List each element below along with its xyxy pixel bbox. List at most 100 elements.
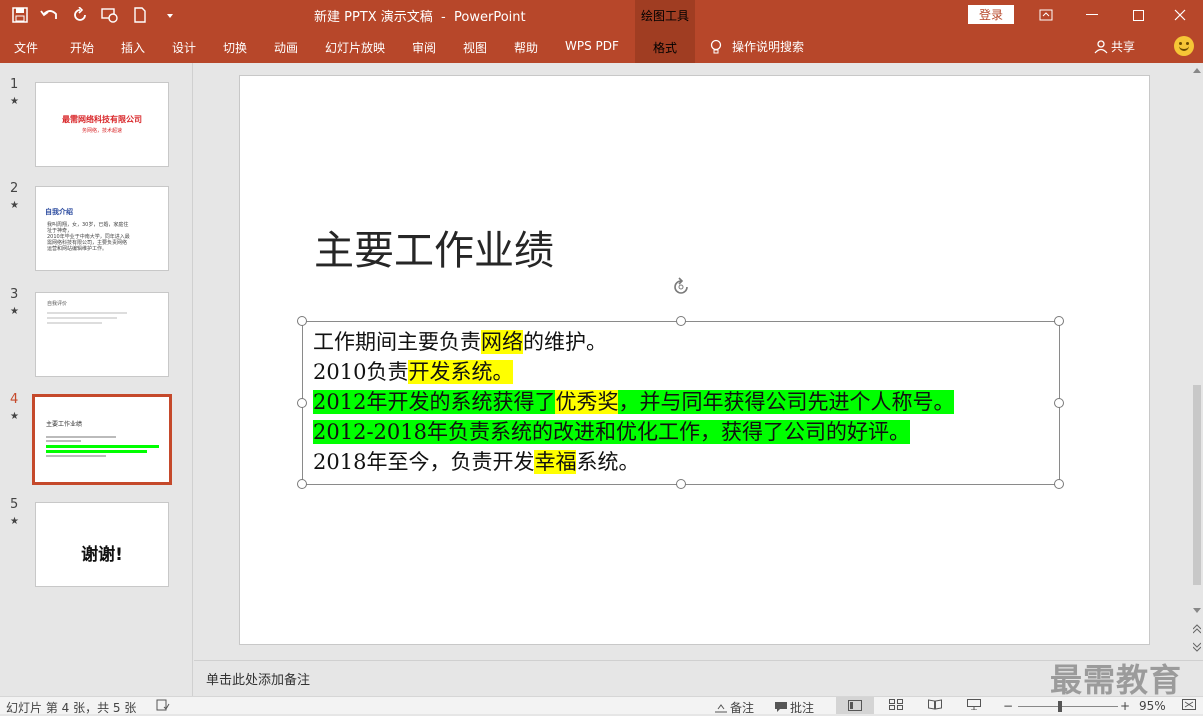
thumb-line — [47, 317, 117, 319]
new-file-icon[interactable] — [128, 5, 152, 25]
undo-icon[interactable] — [38, 5, 62, 25]
text-run: 的维护。 — [523, 330, 607, 354]
share-label: 共享 — [1111, 40, 1136, 54]
notes-toggle-button[interactable]: 备注 — [715, 699, 754, 716]
slide-counter: 幻灯片 第 4 张，共 5 张 — [6, 701, 137, 715]
zoom-in-button[interactable]: + — [1120, 699, 1130, 713]
slide-thumbnail-2[interactable]: 自我介绍 我叫周翔，女，30岁，已婚，家庭住 址于神奇， 2010年毕业于中南大… — [35, 186, 169, 271]
slide-thumbnail-4[interactable]: 主要工作业绩 — [32, 394, 172, 485]
animation-star-icon: ★ — [10, 306, 19, 317]
previous-slide-icon[interactable] — [1193, 624, 1201, 634]
resize-handle-bottom[interactable] — [676, 479, 686, 489]
text-line: 2012年开发的系统获得了优秀奖，并与同年获得公司先进个人称号。 — [313, 388, 955, 416]
save-icon[interactable] — [8, 5, 32, 25]
text-run: 2018年至今，负责开发 — [313, 450, 535, 474]
content-textbox[interactable]: 工作期间主要负责网络的维护。 2010负责开发系统。 2012年开发的系统获得了… — [297, 316, 1064, 489]
slide-canvas[interactable]: 主要工作业绩 工作期间主要负责网络的维护。 2010负责开发系统。 2012年开… — [239, 75, 1150, 645]
thumb-title: 最需网络科技有限公司 — [62, 115, 142, 124]
slide-sorter-button[interactable] — [889, 699, 903, 710]
status-bar: 幻灯片 第 4 张，共 5 张 备注 批注 − + 95% — [0, 696, 1203, 716]
text-line: 2012-2018年负责系统的改进和优化工作，获得了公司的好评。 — [313, 418, 910, 446]
tab-insert[interactable]: 插入 — [121, 39, 145, 56]
next-slide-icon[interactable] — [1193, 642, 1201, 652]
slide-thumbnail-1[interactable]: 最需网络科技有限公司 务网络，技术超速 — [35, 82, 169, 167]
text-run: 网络 — [481, 330, 523, 354]
close-icon[interactable] — [1157, 0, 1203, 30]
slideshow-button[interactable] — [967, 699, 981, 710]
notes-placeholder[interactable]: 单击此处添加备注 — [206, 669, 310, 688]
tell-me-label: 操作说明搜索 — [732, 40, 805, 54]
slide-thumbnail-3[interactable]: 自我评价 — [35, 292, 169, 377]
scroll-down-icon[interactable] — [1193, 608, 1201, 614]
customize-qat-icon[interactable] — [158, 5, 182, 25]
comments-label: 批注 — [790, 701, 815, 715]
tab-view[interactable]: 视图 — [463, 39, 487, 56]
thumb-subtitle: 务网络，技术超速 — [81, 128, 122, 134]
tell-me-search[interactable]: 操作说明搜索 — [710, 38, 804, 55]
resize-handle-right[interactable] — [1054, 398, 1064, 408]
resize-handle-left[interactable] — [297, 398, 307, 408]
tab-design[interactable]: 设计 — [172, 39, 196, 56]
minimize-icon[interactable] — [1069, 0, 1115, 30]
zoom-slider[interactable] — [1018, 706, 1118, 707]
vertical-scrollbar[interactable] — [1190, 63, 1203, 660]
tab-wps-pdf[interactable]: WPS PDF — [565, 39, 619, 53]
comment-icon — [775, 702, 787, 712]
scroll-up-icon[interactable] — [1193, 67, 1201, 73]
maximize-icon[interactable] — [1115, 0, 1161, 30]
zoom-level[interactable]: 95% — [1139, 699, 1166, 713]
normal-view-button[interactable] — [836, 697, 874, 714]
drawing-tools-context-tab: 绘图工具 格式 — [635, 0, 695, 63]
text-run: 2012-2018年负责系统的改进和优化工作，获得了公司的好评。 — [313, 420, 910, 444]
feedback-smiley-icon[interactable] — [1174, 36, 1194, 56]
comments-button[interactable]: 批注 — [775, 699, 814, 716]
slide-thumbnails-pane: 1 ★ 最需网络科技有限公司 务网络，技术超速 2 ★ 自我介绍 我叫周翔，女，… — [0, 63, 193, 696]
spellcheck-icon[interactable] — [156, 699, 170, 711]
text-run: 工作期间主要负责 — [313, 330, 481, 354]
fit-slide-icon[interactable] — [1182, 699, 1196, 710]
thumb-line — [47, 312, 127, 314]
normal-view-icon — [848, 700, 862, 711]
text-run: 2012年开发的系统获得了 — [313, 390, 556, 414]
slide-thumbnail-5[interactable]: 谢谢! — [35, 502, 169, 587]
thumb-title: 主要工作业绩 — [46, 421, 83, 428]
share-button[interactable]: 共享 — [1094, 38, 1135, 55]
ribbon-display-options-icon[interactable] — [1023, 0, 1069, 30]
rotate-handle-icon[interactable] — [670, 276, 692, 298]
tab-review[interactable]: 审阅 — [412, 39, 436, 56]
tab-help[interactable]: 帮助 — [514, 39, 538, 56]
resize-handle-top-left[interactable] — [297, 316, 307, 326]
thumb-line — [46, 455, 106, 457]
tab-file[interactable]: 文件 — [14, 39, 38, 56]
animation-star-icon: ★ — [10, 96, 19, 107]
thumb-title: 谢谢! — [81, 545, 123, 565]
tab-format[interactable]: 格式 — [635, 39, 695, 56]
tab-home[interactable]: 开始 — [70, 39, 94, 56]
reading-view-button[interactable] — [928, 699, 942, 710]
animation-star-icon: ★ — [10, 200, 19, 211]
resize-handle-top[interactable] — [676, 316, 686, 326]
zoom-slider-handle[interactable] — [1058, 701, 1062, 712]
text-run: 幸福 — [534, 450, 577, 474]
notes-toggle-label: 备注 — [730, 701, 755, 715]
text-run: 开发系统。 — [408, 360, 514, 384]
scrollbar-thumb[interactable] — [1193, 385, 1201, 585]
slideshow-from-start-icon[interactable] — [98, 5, 122, 25]
quick-access-toolbar — [8, 5, 188, 25]
thumb-line — [46, 450, 147, 453]
slide-title[interactable]: 主要工作业绩 — [314, 218, 554, 276]
notes-icon — [715, 703, 727, 712]
thumb-title: 自我评价 — [47, 301, 68, 307]
tab-transitions[interactable]: 切换 — [223, 39, 247, 56]
redo-icon[interactable] — [68, 5, 92, 25]
login-button[interactable]: 登录 — [968, 5, 1014, 24]
resize-handle-bottom-right[interactable] — [1054, 479, 1064, 489]
zoom-out-button[interactable]: − — [1003, 699, 1013, 713]
thumb-number: 1 — [10, 77, 19, 92]
resize-handle-top-right[interactable] — [1054, 316, 1064, 326]
tab-slideshow[interactable]: 幻灯片放映 — [325, 39, 385, 56]
text-line: 2010负责开发系统。 — [313, 358, 514, 386]
resize-handle-bottom-left[interactable] — [297, 479, 307, 489]
text-run: 优秀奖 — [555, 390, 619, 414]
tab-animations[interactable]: 动画 — [274, 39, 298, 56]
